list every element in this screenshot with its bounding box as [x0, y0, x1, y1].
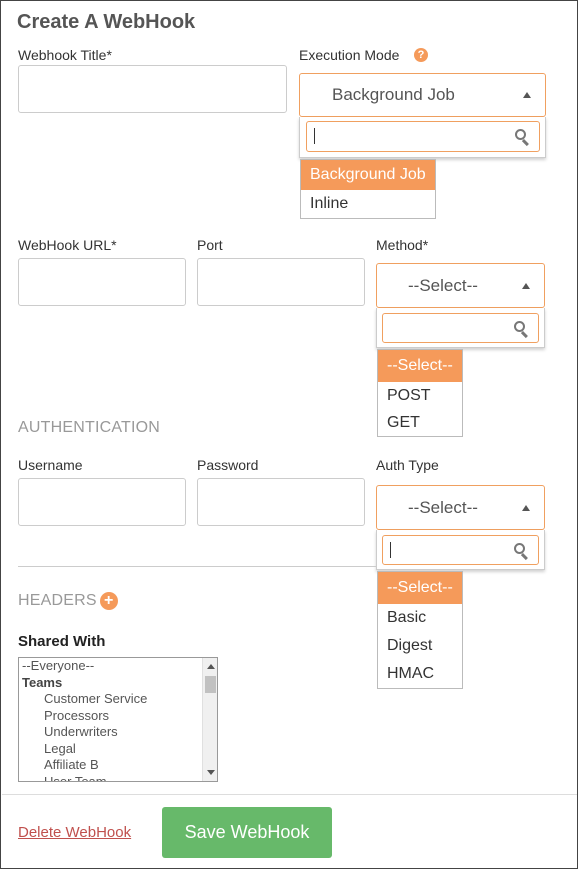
- option-post[interactable]: POST: [378, 382, 462, 410]
- option-background-job[interactable]: Background Job: [301, 160, 435, 190]
- question-icon[interactable]: ?: [414, 48, 428, 62]
- auth-type-search-panel: [376, 530, 545, 570]
- port-label: Port: [197, 237, 223, 253]
- method-search-panel: [376, 308, 545, 348]
- auth-type-select[interactable]: --Select--: [376, 485, 545, 530]
- option-auth-select[interactable]: --Select--: [378, 572, 462, 604]
- option-get[interactable]: GET: [378, 410, 462, 436]
- option-basic[interactable]: Basic: [378, 604, 462, 632]
- method-label: Method*: [376, 237, 429, 253]
- list-item[interactable]: Affiliate B: [19, 757, 202, 774]
- scroll-down-icon[interactable]: [207, 770, 215, 775]
- execution-mode-label: Execution Mode: [299, 47, 400, 63]
- section-divider: [18, 566, 376, 567]
- form-title: Create A WebHook: [17, 11, 196, 33]
- webhook-title-input[interactable]: [18, 65, 287, 113]
- listbox-scrollbar[interactable]: [202, 658, 217, 781]
- footer-divider: [2, 794, 577, 795]
- username-label: Username: [18, 457, 83, 473]
- shared-with-label: Shared With: [18, 633, 106, 650]
- headers-heading: HEADERS +: [18, 592, 118, 610]
- caret-up-icon: [522, 282, 530, 289]
- execution-mode-search-panel: [299, 117, 546, 158]
- password-input[interactable]: [197, 478, 365, 526]
- list-item[interactable]: Customer Service: [19, 691, 202, 708]
- list-item[interactable]: --Everyone--: [19, 658, 202, 675]
- auth-type-options: --Select-- Basic Digest HMAC: [377, 571, 463, 689]
- method-selected: --Select--: [408, 275, 478, 295]
- authentication-heading: AUTHENTICATION: [18, 419, 161, 436]
- execution-mode-selected: Background Job: [332, 85, 455, 104]
- option-hmac[interactable]: HMAC: [378, 660, 462, 688]
- list-item[interactable]: Legal: [19, 741, 202, 758]
- username-input[interactable]: [18, 478, 186, 526]
- list-item[interactable]: Underwriters: [19, 724, 202, 741]
- execution-mode-select[interactable]: Background Job: [299, 73, 546, 117]
- auth-type-selected: --Select--: [408, 497, 478, 517]
- webhook-form-panel: Create A WebHook Webhook Title* Executio…: [0, 0, 578, 869]
- webhook-url-label: WebHook URL*: [18, 237, 117, 253]
- save-webhook-button[interactable]: Save WebHook: [162, 807, 332, 858]
- webhook-title-label: Webhook Title*: [18, 47, 112, 63]
- option-digest[interactable]: Digest: [378, 632, 462, 660]
- text-cursor: [390, 542, 391, 558]
- caret-up-icon: [522, 504, 530, 511]
- list-group-label: Teams: [22, 674, 63, 690]
- headers-label: HEADERS: [18, 592, 97, 610]
- option-inline[interactable]: Inline: [301, 190, 435, 218]
- delete-webhook-link[interactable]: Delete WebHook: [18, 824, 131, 841]
- auth-type-label: Auth Type: [376, 457, 439, 473]
- execution-mode-options: Background Job Inline: [300, 159, 436, 219]
- auth-type-search-input[interactable]: [382, 535, 539, 565]
- method-search-input[interactable]: [382, 313, 539, 343]
- scroll-up-icon[interactable]: [207, 664, 215, 669]
- plus-circle-icon[interactable]: +: [99, 592, 118, 610]
- caret-up-icon: [523, 92, 531, 98]
- method-select[interactable]: --Select--: [376, 263, 545, 308]
- list-item[interactable]: User Team: [19, 774, 202, 782]
- execution-mode-search-input[interactable]: [306, 121, 540, 152]
- webhook-url-input[interactable]: [18, 258, 186, 306]
- method-options: --Select-- POST GET: [377, 349, 463, 437]
- shared-with-items: --Everyone-- Teams Customer Service Process…: [19, 658, 202, 781]
- search-icon: [514, 543, 530, 561]
- list-item[interactable]: Processors: [19, 708, 202, 725]
- search-icon: [514, 321, 530, 339]
- option-method-select[interactable]: --Select--: [378, 350, 462, 382]
- port-input[interactable]: [197, 258, 365, 306]
- shared-with-listbox[interactable]: --Everyone-- Teams Customer Service Process…: [18, 657, 218, 782]
- search-icon: [515, 129, 531, 147]
- text-cursor: [314, 128, 315, 144]
- password-label: Password: [197, 457, 259, 473]
- scroll-thumb[interactable]: [205, 676, 216, 693]
